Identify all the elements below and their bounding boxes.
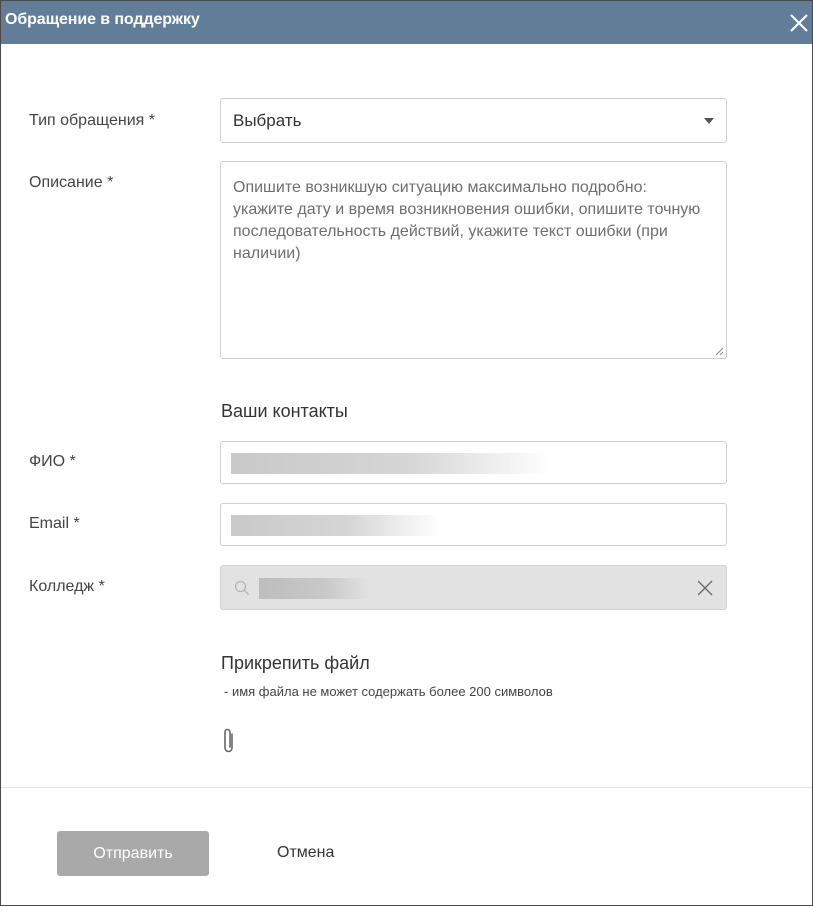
dialog-titlebar: Обращение в поддержку bbox=[1, 1, 812, 44]
footer-divider bbox=[1, 787, 812, 788]
paperclip-icon[interactable] bbox=[220, 726, 238, 756]
email-redacted-value bbox=[231, 515, 441, 536]
fio-input[interactable] bbox=[220, 441, 727, 484]
description-textarea[interactable]: Опишите возникшую ситуацию максимально п… bbox=[220, 161, 727, 359]
type-label: Тип обращения * bbox=[29, 112, 155, 129]
fio-label: ФИО * bbox=[29, 453, 76, 470]
fio-redacted-value bbox=[231, 453, 551, 474]
type-select[interactable]: Выбрать bbox=[220, 98, 727, 143]
attach-note: - имя файла не может содержать более 200… bbox=[224, 684, 553, 699]
email-input[interactable] bbox=[220, 503, 727, 546]
chevron-down-icon bbox=[704, 118, 714, 124]
clear-icon[interactable] bbox=[694, 577, 716, 599]
submit-button[interactable]: Отправить bbox=[57, 831, 209, 876]
resize-grip-icon[interactable] bbox=[714, 346, 724, 356]
college-label: Колледж * bbox=[29, 578, 105, 595]
support-request-dialog: Обращение в поддержку Тип обращения * Вы… bbox=[0, 0, 813, 906]
close-icon[interactable] bbox=[784, 8, 812, 36]
dialog-title: Обращение в поддержку bbox=[5, 11, 200, 28]
email-label: Email * bbox=[29, 515, 80, 532]
search-icon bbox=[234, 580, 249, 595]
attach-heading: Прикрепить файл bbox=[221, 653, 370, 673]
description-placeholder: Опишите возникшую ситуацию максимально п… bbox=[233, 179, 701, 262]
cancel-button[interactable]: Отмена bbox=[277, 844, 334, 862]
description-label: Описание * bbox=[29, 174, 114, 191]
college-search-input[interactable] bbox=[220, 565, 727, 610]
type-select-value: Выбрать bbox=[233, 111, 302, 130]
contacts-heading: Ваши контакты bbox=[221, 401, 348, 421]
college-redacted-value bbox=[259, 578, 369, 599]
